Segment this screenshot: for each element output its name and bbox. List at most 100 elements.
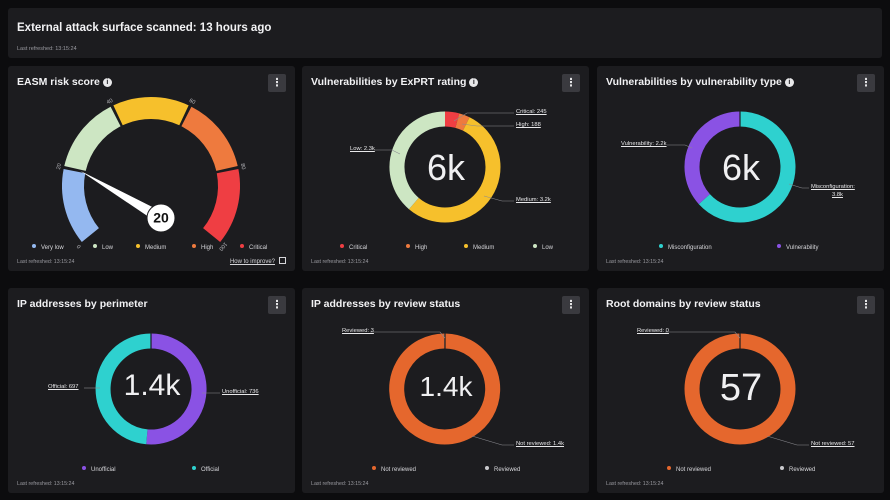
legend-item-misconfiguration: Misconfiguration bbox=[659, 244, 712, 251]
legend-label: Very low bbox=[41, 245, 64, 251]
external-link-icon[interactable] bbox=[279, 257, 286, 264]
label-misconfiguration[interactable]: Misconfiguration: bbox=[811, 184, 855, 190]
donut-center-value: 6k bbox=[426, 147, 466, 188]
chart-legend: Critical High Medium Low bbox=[302, 244, 589, 254]
chart-legend: Very low Low Medium High Critical bbox=[8, 244, 295, 254]
legend-label: Reviewed bbox=[789, 467, 816, 473]
gauge-band-high bbox=[181, 106, 238, 172]
chart-legend: Unofficial Official bbox=[8, 466, 295, 476]
legend-item-high: High bbox=[192, 244, 213, 251]
label-high[interactable]: High: 188 bbox=[516, 122, 541, 128]
chart-legend: Not reviewed Reviewed bbox=[302, 466, 589, 476]
gauge-tick-label: 80 bbox=[239, 163, 246, 170]
legend-item-low: Low bbox=[93, 244, 113, 251]
label-reviewed[interactable]: Reviewed: 3 bbox=[342, 328, 374, 334]
label-misconfiguration-value[interactable]: 3.8k bbox=[832, 192, 843, 198]
donut-center-value: 57 bbox=[719, 367, 763, 409]
legend-dot bbox=[240, 244, 244, 248]
ip-review-card: IP addresses by review status ⋮ 1.4k Rev… bbox=[302, 288, 589, 493]
legend-item-not-reviewed: Not reviewed bbox=[372, 466, 416, 473]
leader-line bbox=[766, 435, 809, 446]
legend-item-critical: Critical bbox=[240, 244, 267, 251]
gauge-tick-label: 40 bbox=[106, 98, 114, 106]
legend-dot bbox=[667, 466, 671, 470]
legend-dot bbox=[659, 244, 663, 248]
legend-item-very-low: Very low bbox=[32, 244, 64, 251]
vuln-type-card: Vulnerabilities by vulnerability type i ⋮… bbox=[597, 66, 884, 271]
last-refreshed: Last refreshed: 13:15:24 bbox=[606, 481, 664, 487]
legend-dot bbox=[32, 244, 36, 248]
legend-label: Unofficial bbox=[91, 467, 116, 473]
legend-dot bbox=[485, 466, 489, 470]
legend-dot bbox=[136, 244, 140, 248]
link-label[interactable]: How to improve? bbox=[230, 259, 275, 265]
legend-dot bbox=[464, 244, 468, 248]
ip-perimeter-card: IP addresses by perimeter ⋮ 1.4k Officia… bbox=[8, 288, 295, 493]
leader-line bbox=[471, 435, 514, 446]
legend-item-vulnerability: Vulnerability bbox=[777, 244, 818, 251]
gauge-tick-label: 60 bbox=[188, 98, 196, 106]
legend-label: Low bbox=[542, 245, 554, 251]
legend-item-critical: Critical bbox=[340, 244, 367, 251]
legend-dot bbox=[192, 466, 196, 470]
legend-item-not-reviewed: Not reviewed bbox=[667, 466, 711, 473]
legend-item-medium: Medium bbox=[464, 244, 494, 251]
legend-label: Critical bbox=[249, 245, 268, 251]
legend-dot bbox=[372, 466, 376, 470]
last-refreshed: Last refreshed: 13:15:24 bbox=[311, 481, 369, 487]
legend-label: Reviewed bbox=[494, 467, 521, 473]
last-refreshed: Last refreshed: 13:15:24 bbox=[311, 259, 369, 265]
gauge-tick-label: 20 bbox=[56, 163, 63, 170]
legend-label: Low bbox=[102, 245, 114, 251]
label-official[interactable]: Official: 697 bbox=[48, 384, 79, 390]
label-not-reviewed[interactable]: Not reviewed: 1.4k bbox=[516, 441, 564, 447]
legend-item-reviewed: Reviewed bbox=[485, 466, 520, 473]
exprt-rating-card: Vulnerabilities by ExPRT rating i ⋮ 6k Cr… bbox=[302, 66, 589, 271]
root-domains-card: Root domains by review status ⋮ 57 Revie… bbox=[597, 288, 884, 493]
label-vulnerability[interactable]: Vulnerability: 2.2k bbox=[621, 141, 667, 147]
legend-label: Misconfiguration bbox=[668, 245, 712, 251]
gauge-band-medium bbox=[113, 97, 189, 126]
chart-legend: Not reviewed Reviewed bbox=[597, 466, 884, 476]
legend-dot bbox=[533, 244, 537, 248]
scan-status-title: External attack surface scanned: 13 hour… bbox=[17, 22, 272, 34]
legend-label: Not reviewed bbox=[676, 467, 712, 473]
risk-gauge: 02040 608010020 bbox=[56, 97, 246, 252]
label-not-reviewed[interactable]: Not reviewed: 57 bbox=[811, 441, 855, 447]
last-refreshed: Last refreshed: 13:15:24 bbox=[17, 259, 75, 265]
banner-last-refreshed: Last refreshed: 13:15:24 bbox=[17, 46, 77, 52]
gauge-band-low bbox=[64, 106, 121, 172]
legend-label: Official bbox=[201, 467, 220, 473]
risk-score-card: EASM risk score i ⋮ 0 20 40 60 80 100 20 Very l… bbox=[8, 66, 295, 271]
legend-label: High bbox=[415, 245, 428, 251]
risk-score-value: 20 bbox=[153, 210, 169, 226]
donut-center-value: 1.4k bbox=[419, 371, 473, 402]
legend-item-reviewed: Reviewed bbox=[780, 466, 815, 473]
legend-item-unofficial: Unofficial bbox=[82, 466, 116, 473]
gauge-band-very-low bbox=[62, 169, 100, 243]
donut-slice-high[interactable] bbox=[455, 113, 470, 131]
label-reviewed[interactable]: Reviewed: 0 bbox=[637, 328, 669, 334]
label-unofficial[interactable]: Unofficial: 736 bbox=[222, 389, 259, 395]
last-refreshed: Last refreshed: 13:15:24 bbox=[606, 259, 664, 265]
donut-center-value: 6k bbox=[721, 147, 761, 188]
legend-dot bbox=[93, 244, 97, 248]
how-to-improve-link[interactable]: How to improve? bbox=[230, 257, 286, 265]
legend-dot bbox=[192, 244, 196, 248]
label-medium[interactable]: Medium: 3.2k bbox=[516, 197, 551, 203]
scan-status-banner: External attack surface scanned: 13 hour… bbox=[8, 8, 882, 58]
donut-center-value: 1.4k bbox=[123, 369, 181, 402]
legend-dot bbox=[777, 244, 781, 248]
legend-item-official: Official bbox=[192, 466, 219, 473]
legend-label: High bbox=[201, 245, 214, 251]
chart-legend: Misconfiguration Vulnerability bbox=[597, 244, 884, 254]
legend-item-low: Low bbox=[533, 244, 553, 251]
last-refreshed: Last refreshed: 13:15:24 bbox=[17, 481, 75, 487]
legend-label: Critical bbox=[349, 245, 368, 251]
label-low[interactable]: Low: 2.3k bbox=[350, 146, 375, 152]
legend-label: Vulnerability bbox=[786, 245, 819, 251]
label-critical[interactable]: Critical: 245 bbox=[516, 109, 547, 115]
legend-label: Not reviewed bbox=[381, 467, 417, 473]
legend-dot bbox=[340, 244, 344, 248]
legend-label: Medium bbox=[145, 245, 167, 251]
